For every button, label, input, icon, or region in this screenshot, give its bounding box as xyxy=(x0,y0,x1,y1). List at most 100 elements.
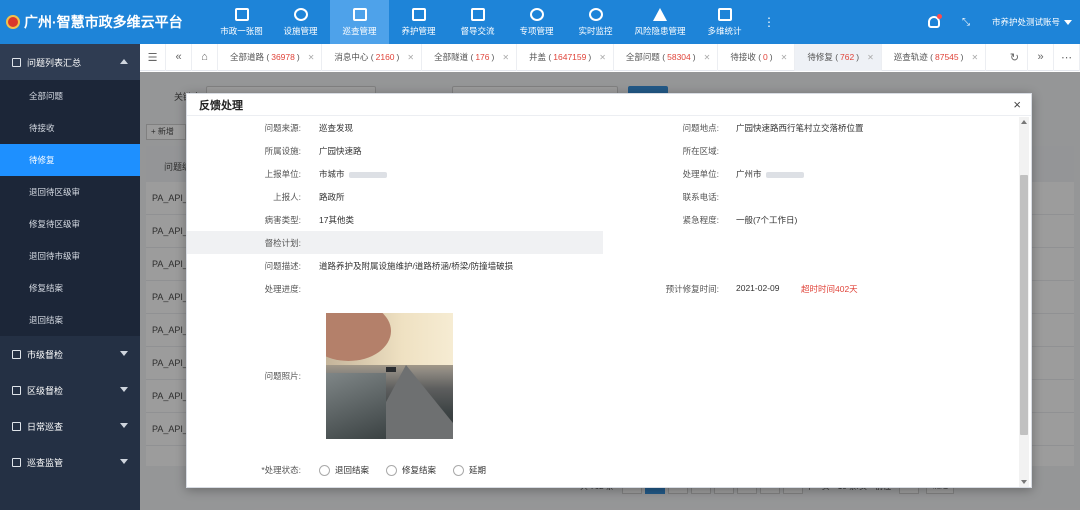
city-check-icon xyxy=(12,349,21,359)
status-label: *处理状态: xyxy=(261,465,301,475)
sidebar-item-all[interactable]: 全部问题 xyxy=(0,80,140,112)
nav-item-facility[interactable]: 设施管理 xyxy=(271,0,330,44)
list-icon xyxy=(12,57,21,67)
status-option-postpone[interactable]: 延期 xyxy=(453,464,486,476)
sidebar-item-return-city[interactable]: 退回待市级审 xyxy=(0,240,140,272)
urgency-value: 一般(7个工作日) xyxy=(736,215,798,225)
tab-all-issues[interactable]: 全部问题 (58304) ✕ xyxy=(614,43,719,71)
app-logo[interactable]: 广州·智慧市政多维云平台 xyxy=(0,0,212,44)
tab-manholes[interactable]: 井盖 (1647159) ✕ xyxy=(517,43,614,71)
menu-toggle-icon[interactable]: ☰ xyxy=(140,43,166,71)
tab-menu-icon[interactable]: ⋯ xyxy=(1054,43,1080,71)
tab-pending-receive[interactable]: 待接收 (0) ✕ xyxy=(718,43,796,71)
form-row: 所属设施: 广园快速路 所在区域: xyxy=(264,146,719,156)
refresh-icon[interactable]: ↻ xyxy=(1002,43,1028,71)
nav-item-map[interactable]: 市政一张图 xyxy=(212,0,271,44)
sidebar-item-pending-repair[interactable]: 待修复 xyxy=(0,144,140,176)
sidebar-item-repair-closed[interactable]: 修复结案 xyxy=(0,272,140,304)
redacted-text xyxy=(765,171,804,178)
tab-pending-repair[interactable]: 待修复 (762) ✕ xyxy=(795,43,882,71)
sidebar-item-return-district[interactable]: 退回待区级审 xyxy=(0,176,140,208)
tab-all-roads[interactable]: 全部道路 (36978) ✕ xyxy=(218,43,323,71)
radio-icon[interactable] xyxy=(319,464,330,476)
close-icon[interactable]: ✕ xyxy=(308,53,315,62)
chart-icon xyxy=(717,7,732,21)
scroll-up-icon[interactable] xyxy=(1021,120,1027,124)
sidebar-group-watch[interactable]: 巡查监管 xyxy=(0,444,140,480)
modal-scrollbar[interactable] xyxy=(1019,117,1029,487)
district-check-icon xyxy=(12,385,21,395)
account-caret-icon[interactable] xyxy=(1064,19,1072,25)
inspection-icon xyxy=(352,7,367,21)
form-row: 问题描述: 道路养护及附属设施维护/道路桥涵/桥梁/防撞墙破损 xyxy=(264,261,514,271)
close-icon[interactable]: ✕ xyxy=(704,53,711,62)
top-navigation-bar: 广州·智慧市政多维云平台 市政一张图 设施管理 巡查管理 养护管理 督导交流 专… xyxy=(0,0,1080,44)
nav-item-risk[interactable]: 风险隐患管理 xyxy=(625,0,695,44)
scroll-down-icon[interactable] xyxy=(1021,480,1027,484)
close-icon[interactable]: ✕ xyxy=(599,53,606,62)
close-icon[interactable]: ✕ xyxy=(781,53,788,62)
special-icon xyxy=(529,7,544,21)
handle-unit-value: 广州市 xyxy=(736,168,804,180)
tab-messages[interactable]: 消息中心 (2160) ✕ xyxy=(322,43,423,71)
nav-item-monitor[interactable]: 实时监控 xyxy=(566,0,625,44)
tab-tracks[interactable]: 巡查轨迹 (87545) ✕ xyxy=(882,43,987,71)
emblem-icon xyxy=(6,15,20,29)
form-row: 问题来源: 巡查发现 问题地点: 广园快速路西行笔村立交落桥位置 xyxy=(264,123,864,133)
chevron-down-icon xyxy=(120,387,128,392)
close-icon[interactable]: ✕ xyxy=(407,53,414,62)
chevron-down-icon xyxy=(120,459,128,464)
warning-icon xyxy=(653,7,667,21)
nav-item-special[interactable]: 专项管理 xyxy=(507,0,566,44)
cube-icon xyxy=(293,7,308,21)
facility-value: 广园快速路 xyxy=(319,146,362,156)
map-icon xyxy=(234,7,249,21)
status-option-repair-closed[interactable]: 修复结案 xyxy=(386,464,436,476)
tab-tunnels[interactable]: 全部隧道 (176) ✕ xyxy=(422,43,518,71)
nav-item-supervision[interactable]: 督导交流 xyxy=(448,0,507,44)
description-value: 道路养护及附属设施维护/道路桥涵/桥梁/防撞墙破损 xyxy=(319,261,514,271)
close-icon[interactable]: × xyxy=(1013,97,1021,112)
scroll-thumb[interactable] xyxy=(1020,175,1028,435)
account-name[interactable]: 市养护处测试账号 xyxy=(992,16,1060,28)
fullscreen-icon[interactable]: ⤡ xyxy=(962,17,970,28)
close-icon[interactable]: ✕ xyxy=(867,53,874,62)
status-option-return-closed[interactable]: 退回结案 xyxy=(319,464,369,476)
notification-dot xyxy=(936,14,942,19)
sidebar-item-repair-district[interactable]: 修复待区级审 xyxy=(0,208,140,240)
more-menu-icon[interactable]: ⋮ xyxy=(754,0,784,44)
tabs-actions: ↻ » ⋯ xyxy=(1002,43,1080,71)
nav-item-maintenance[interactable]: 养护管理 xyxy=(389,0,448,44)
home-icon[interactable]: ⌂ xyxy=(192,43,218,71)
source-value: 巡查发现 xyxy=(319,123,354,133)
scroll-left-icon[interactable]: « xyxy=(166,43,192,71)
bell-icon[interactable] xyxy=(927,14,942,28)
overdue-badge: 超时时间402天 xyxy=(801,284,858,294)
close-icon[interactable]: ✕ xyxy=(502,53,509,62)
sidebar-item-pending-receive[interactable]: 待接收 xyxy=(0,112,140,144)
nav-item-inspection[interactable]: 巡查管理 xyxy=(330,0,389,44)
radio-icon[interactable] xyxy=(386,464,398,476)
sidebar: 问题列表汇总 全部问题 待接收 待修复 退回待区级审 修复待区级审 退回待市级审… xyxy=(0,44,140,510)
report-unit-value: 市城市 xyxy=(319,168,387,180)
form-row: 上报人: 路政所 联系电话: xyxy=(273,192,719,202)
sidebar-group-issues[interactable]: 问题列表汇总 xyxy=(0,44,140,80)
sidebar-group-district-check[interactable]: 区级督检 xyxy=(0,372,140,408)
chevron-down-icon xyxy=(120,423,128,428)
close-icon[interactable]: ✕ xyxy=(971,53,978,62)
location-value: 广园快速路西行笔村立交落桥位置 xyxy=(736,123,864,133)
form-row: *处理状态: 退回结案 修复结案 延期 xyxy=(187,458,1021,481)
eta-value: 2021-02-09 xyxy=(736,283,780,293)
nav-item-stats[interactable]: 多维统计 xyxy=(695,0,754,44)
sidebar-group-daily[interactable]: 日常巡查 xyxy=(0,408,140,444)
main-nav: 市政一张图 设施管理 巡查管理 养护管理 督导交流 专项管理 实时监控 风险隐患… xyxy=(212,0,784,44)
form-row: 处理进度: 预计修复时间: 2021-02-09 超时时间402天 xyxy=(264,283,858,294)
chevron-down-icon xyxy=(120,351,128,356)
issue-photo[interactable] xyxy=(326,313,453,439)
sidebar-item-return-closed[interactable]: 退回结案 xyxy=(0,304,140,336)
chevron-up-icon xyxy=(120,59,128,64)
radio-icon[interactable] xyxy=(453,464,465,476)
scroll-right-icon[interactable]: » xyxy=(1028,43,1054,71)
sidebar-group-city-check[interactable]: 市级督检 xyxy=(0,336,140,372)
form-row: 问题照片: xyxy=(264,371,301,381)
